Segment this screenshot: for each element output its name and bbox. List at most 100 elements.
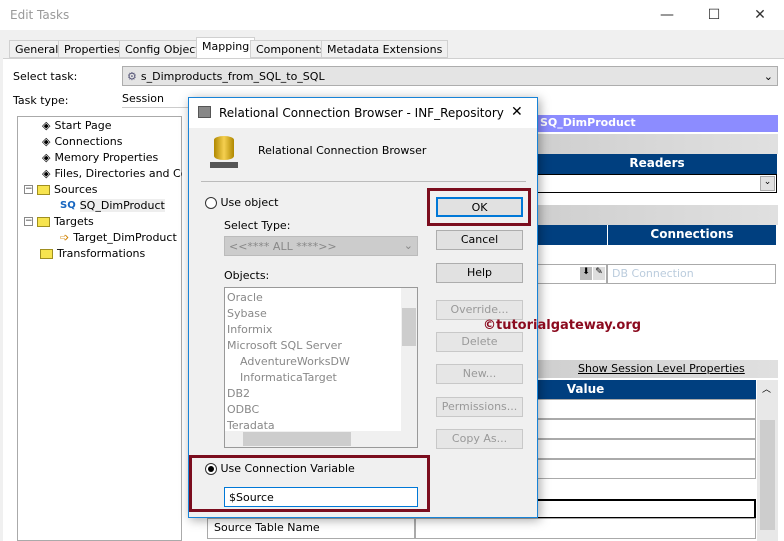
tab-general[interactable]: General bbox=[9, 40, 65, 58]
tree-label: Connections bbox=[54, 135, 123, 148]
use-object-label: Use object bbox=[220, 196, 279, 209]
node-icon: ◈ bbox=[42, 119, 51, 132]
use-object-radio[interactable]: Use object bbox=[205, 196, 278, 209]
select-type-value: <<**** ALL ****>> bbox=[229, 240, 337, 253]
scroll-thumb[interactable] bbox=[402, 308, 416, 346]
db-connection-field[interactable]: DB Connection bbox=[607, 264, 776, 284]
scroll-up-icon[interactable]: ︿ bbox=[762, 382, 771, 395]
tree-label: Memory Properties bbox=[54, 151, 159, 164]
copy-as-button[interactable]: Copy As... bbox=[436, 429, 523, 449]
horizontal-scrollbar[interactable] bbox=[225, 431, 417, 447]
tree-label: Targets bbox=[54, 215, 94, 228]
list-item[interactable]: Oracle bbox=[227, 291, 263, 304]
window-icon bbox=[198, 106, 211, 118]
tree-label: Transformations bbox=[57, 247, 146, 260]
watermark: ©tutorialgateway.org bbox=[483, 318, 642, 333]
radio-icon[interactable] bbox=[205, 197, 217, 209]
node-icon: ◈ bbox=[42, 135, 51, 148]
tree-item-sq-dimproduct[interactable]: SQ SQ_DimProduct bbox=[60, 199, 165, 212]
section-band bbox=[537, 134, 778, 154]
node-icon: ◈ bbox=[42, 151, 51, 164]
list-item[interactable]: Sybase bbox=[227, 307, 267, 320]
dialog-close-button[interactable]: ✕ bbox=[511, 104, 523, 120]
new-button[interactable]: New... bbox=[436, 364, 523, 384]
tab-metadata-extensions[interactable]: Metadata Extensions bbox=[321, 40, 449, 58]
tree-item-transformations[interactable]: Transformations bbox=[40, 247, 145, 260]
select-task-dropdown[interactable]: ⚙ s_Dimproducts_from_SQL_to_SQL ⌄ bbox=[122, 66, 778, 86]
relational-connection-browser-dialog: Relational Connection Browser - INF_Repo… bbox=[188, 97, 538, 518]
scrollbar[interactable]: ︿ bbox=[757, 380, 778, 541]
show-session-level-properties-link[interactable]: Show Session Level Properties bbox=[578, 362, 745, 375]
column-header bbox=[537, 225, 607, 245]
list-item[interactable]: InformaticaTarget bbox=[240, 371, 337, 384]
chevron-down-icon[interactable]: ⌄ bbox=[760, 176, 775, 191]
tree-label: Files, Directories and Commands bbox=[54, 167, 182, 180]
readers-header: Readers bbox=[537, 154, 777, 174]
collapse-icon[interactable]: − bbox=[24, 217, 33, 226]
dialog-heading: Relational Connection Browser bbox=[258, 144, 427, 157]
tree-item-files[interactable]: ◈Files, Directories and Commands bbox=[42, 167, 182, 180]
tree-label: Target_DimProduct bbox=[73, 231, 177, 244]
dialog-title: Relational Connection Browser - INF_Repo… bbox=[219, 106, 504, 120]
source-table-name-value[interactable] bbox=[415, 518, 756, 539]
node-icon: ◈ bbox=[42, 167, 51, 180]
folder-icon bbox=[37, 184, 50, 195]
tree-item-targets[interactable]: − Targets bbox=[24, 215, 94, 228]
arrow-down-icon[interactable]: ⬇ bbox=[580, 267, 592, 280]
scroll-thumb[interactable] bbox=[760, 420, 775, 530]
edit-icon[interactable]: ✎ bbox=[593, 267, 605, 280]
permissions-button[interactable]: Permissions... bbox=[436, 397, 523, 417]
use-connection-variable-radio[interactable]: Use Connection Variable bbox=[205, 462, 355, 475]
connection-type-field[interactable]: ⬇ ✎ bbox=[537, 264, 607, 284]
tree-item-start-page[interactable]: ◈ Start Page bbox=[42, 119, 111, 132]
select-type-dropdown[interactable]: <<**** ALL ****>> ⌄ bbox=[224, 236, 418, 256]
connections-header: Connections bbox=[608, 225, 776, 245]
tree-label: Start Page bbox=[54, 119, 112, 132]
radio-selected-icon[interactable] bbox=[205, 463, 217, 475]
scroll-thumb[interactable] bbox=[243, 432, 351, 446]
tree-item-target-dimproduct[interactable]: ➩ Target_DimProduct bbox=[60, 231, 177, 244]
section-band bbox=[537, 205, 778, 225]
tree-item-memory-properties[interactable]: ◈ Memory Properties bbox=[42, 151, 158, 164]
tree-label: SQ_DimProduct bbox=[79, 199, 165, 212]
select-task-label: Select task: bbox=[13, 70, 78, 83]
minimize-button[interactable]: — bbox=[652, 4, 682, 26]
tab-components[interactable]: Components bbox=[250, 40, 332, 58]
tab-config-object[interactable]: Config Object bbox=[119, 40, 206, 58]
tab-mapping[interactable]: Mapping bbox=[196, 37, 256, 58]
tab-properties[interactable]: Properties bbox=[58, 40, 126, 58]
collapse-icon[interactable]: − bbox=[24, 185, 33, 194]
list-item[interactable]: Microsoft SQL Server bbox=[227, 339, 342, 352]
tree-item-sources[interactable]: − Sources bbox=[24, 183, 98, 196]
folder-icon bbox=[37, 216, 50, 227]
title-bar: Edit Tasks — ☐ ✕ bbox=[0, 0, 784, 30]
tree-item-connections[interactable]: ◈ Connections bbox=[42, 135, 122, 148]
vertical-scrollbar[interactable] bbox=[401, 288, 417, 431]
window-title: Edit Tasks bbox=[10, 8, 70, 22]
close-button[interactable]: ✕ bbox=[745, 4, 775, 26]
source-qualifier-icon: SQ bbox=[60, 200, 76, 211]
dialog-title-bar: Relational Connection Browser - INF_Repo… bbox=[189, 98, 537, 128]
maximize-button[interactable]: ☐ bbox=[699, 4, 729, 26]
connection-variable-input[interactable]: $Source bbox=[224, 487, 418, 507]
delete-button[interactable]: Delete bbox=[436, 332, 523, 352]
task-type-label: Task type: bbox=[13, 94, 69, 107]
list-item[interactable]: Informix bbox=[227, 323, 272, 336]
list-item[interactable]: ODBC bbox=[227, 403, 259, 416]
target-icon: ➩ bbox=[60, 231, 70, 244]
override-button[interactable]: Override... bbox=[436, 300, 523, 320]
objects-label: Objects: bbox=[224, 269, 270, 282]
list-item[interactable]: AdventureWorksDW bbox=[240, 355, 350, 368]
divider bbox=[201, 181, 526, 182]
select-type-label: Select Type: bbox=[224, 219, 291, 232]
source-table-name-label: Source Table Name bbox=[207, 518, 415, 539]
objects-list[interactable]: Oracle Sybase Informix Microsoft SQL Ser… bbox=[224, 287, 418, 448]
cancel-button[interactable]: Cancel bbox=[436, 230, 523, 250]
chevron-down-icon: ⌄ bbox=[763, 69, 773, 83]
chevron-down-icon: ⌄ bbox=[403, 239, 413, 252]
task-tree[interactable]: ◈ Start Page ◈ Connections ◈ Memory Propert… bbox=[17, 116, 182, 541]
readers-dropdown[interactable]: ⌄ bbox=[537, 174, 777, 193]
list-item[interactable]: DB2 bbox=[227, 387, 250, 400]
help-button[interactable]: Help bbox=[436, 263, 523, 283]
use-connection-variable-label: Use Connection Variable bbox=[220, 462, 355, 475]
